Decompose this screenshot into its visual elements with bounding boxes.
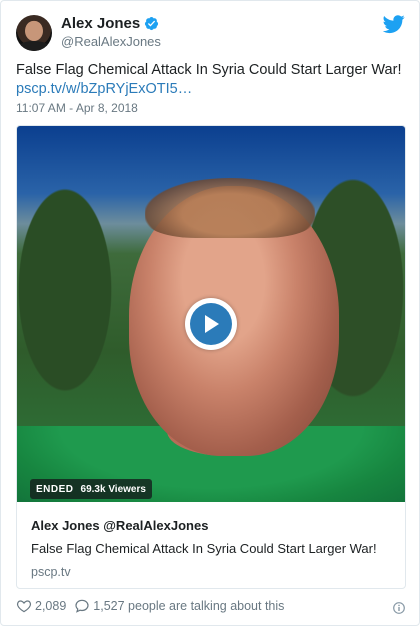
video-thumbnail[interactable]: ENDED 69.3k Viewers (17, 126, 405, 502)
broadcast-ended-label: ENDED (36, 483, 74, 495)
tweet-actions: 2,089 1,527 people are talking about thi… (16, 598, 292, 614)
conversation-link[interactable]: 1,527 people are talking about this (74, 598, 284, 614)
author-name[interactable]: Alex Jones (61, 15, 140, 32)
tweet-link[interactable]: pscp.tv/w/bZpRYjExOTI5… (16, 81, 192, 97)
play-button[interactable] (185, 298, 237, 350)
card-body[interactable]: Alex Jones @RealAlexJones False Flag Che… (17, 502, 405, 588)
talking-count: 1,527 people are talking about this (93, 599, 285, 613)
broadcast-status-badge: ENDED 69.3k Viewers (30, 479, 152, 499)
tweet-text: False Flag Chemical Attack In Syria Coul… (16, 62, 402, 78)
card-domain: pscp.tv (31, 565, 71, 579)
twitter-bird-icon[interactable] (383, 13, 405, 35)
embedded-tweet: Alex Jones @RealAlexJones False Flag Che… (0, 0, 420, 626)
card-title: Alex Jones @RealAlexJones (31, 518, 209, 533)
heart-icon (16, 600, 32, 613)
comment-icon (75, 599, 89, 613)
author-handle[interactable]: @RealAlexJones (61, 34, 161, 49)
card-description: False Flag Chemical Attack In Syria Coul… (31, 541, 377, 556)
verified-badge-icon (145, 16, 159, 31)
like-button[interactable]: 2,089 (16, 598, 66, 614)
avatar[interactable] (16, 15, 52, 51)
tweet-timestamp[interactable]: 11:07 AM - Apr 8, 2018 (16, 101, 138, 115)
like-count: 2,089 (35, 599, 67, 613)
periscope-card[interactable]: ENDED 69.3k Viewers Alex Jones @RealAlex… (16, 125, 406, 589)
viewer-count: 69.3k Viewers (80, 483, 146, 495)
play-icon (205, 315, 219, 333)
author-name-row[interactable]: Alex Jones (61, 15, 159, 32)
info-icon[interactable] (393, 602, 405, 614)
